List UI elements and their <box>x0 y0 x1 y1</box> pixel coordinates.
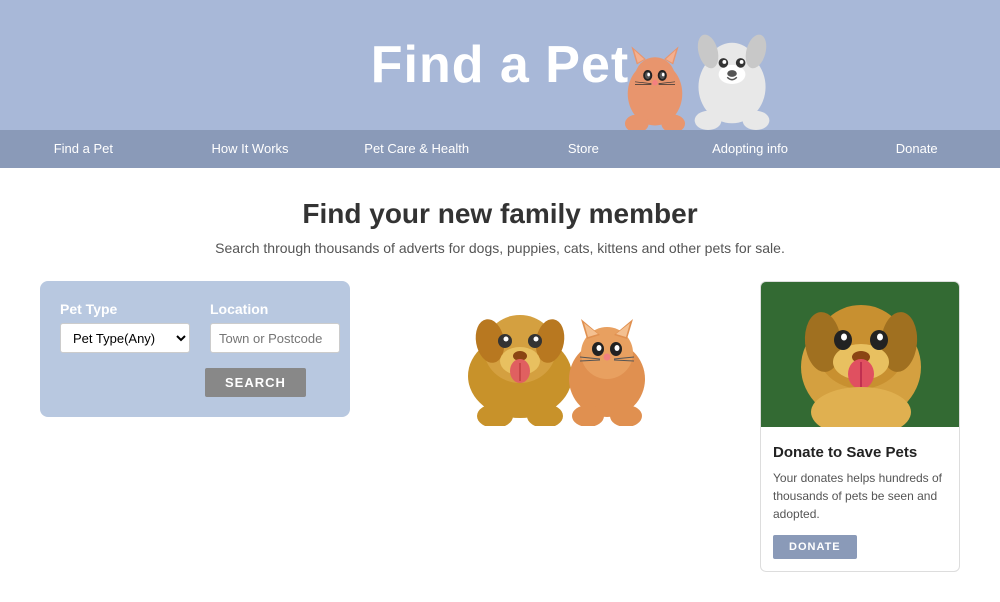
location-group: Location <box>210 301 340 353</box>
pet-type-group: Pet Type Pet Type(Any) Dog Cat Puppy Kit… <box>60 301 190 353</box>
pets-illustration <box>445 281 665 426</box>
search-button[interactable]: SEARCH <box>205 368 306 397</box>
location-input[interactable] <box>210 323 340 353</box>
location-label: Location <box>210 301 340 317</box>
pet-type-select[interactable]: Pet Type(Any) Dog Cat Puppy Kitten Rabbi… <box>60 323 190 353</box>
nav-find-a-pet[interactable]: Find a Pet <box>0 130 167 168</box>
donate-card: Donate to Save Pets Your donates helps h… <box>760 281 960 572</box>
pet-image-area <box>370 281 740 426</box>
donate-card-image <box>761 282 960 427</box>
nav-pet-care[interactable]: Pet Care & Health <box>333 130 500 168</box>
header-cat-icon <box>615 30 695 130</box>
donate-card-button[interactable]: DONATE <box>773 535 857 559</box>
pet-type-label: Pet Type <box>60 301 190 317</box>
main-subtitle: Search through thousands of adverts for … <box>40 240 960 256</box>
donate-card-title: Donate to Save Pets <box>773 444 947 461</box>
nav-adopting-info[interactable]: Adopting info <box>667 130 834 168</box>
search-fields: Pet Type Pet Type(Any) Dog Cat Puppy Kit… <box>60 301 330 353</box>
donate-card-text: Your donates helps hundreds of thousands… <box>773 469 947 523</box>
nav-how-it-works[interactable]: How It Works <box>167 130 334 168</box>
content-area: Pet Type Pet Type(Any) Dog Cat Puppy Kit… <box>40 281 960 572</box>
site-header: Find a Pet <box>0 0 1000 130</box>
site-title: Find a Pet <box>371 35 629 95</box>
search-btn-row: SEARCH <box>205 368 330 397</box>
header-dog-icon <box>685 15 780 130</box>
main-title: Find your new family member <box>40 198 960 230</box>
header-pet-images <box>615 15 780 130</box>
nav-store[interactable]: Store <box>500 130 667 168</box>
search-box: Pet Type Pet Type(Any) Dog Cat Puppy Kit… <box>40 281 350 417</box>
nav-donate[interactable]: Donate <box>833 130 1000 168</box>
donate-card-body: Donate to Save Pets Your donates helps h… <box>761 432 959 571</box>
main-content: Find your new family member Search throu… <box>0 168 1000 602</box>
main-nav: Find a Pet How It Works Pet Care & Healt… <box>0 130 1000 168</box>
